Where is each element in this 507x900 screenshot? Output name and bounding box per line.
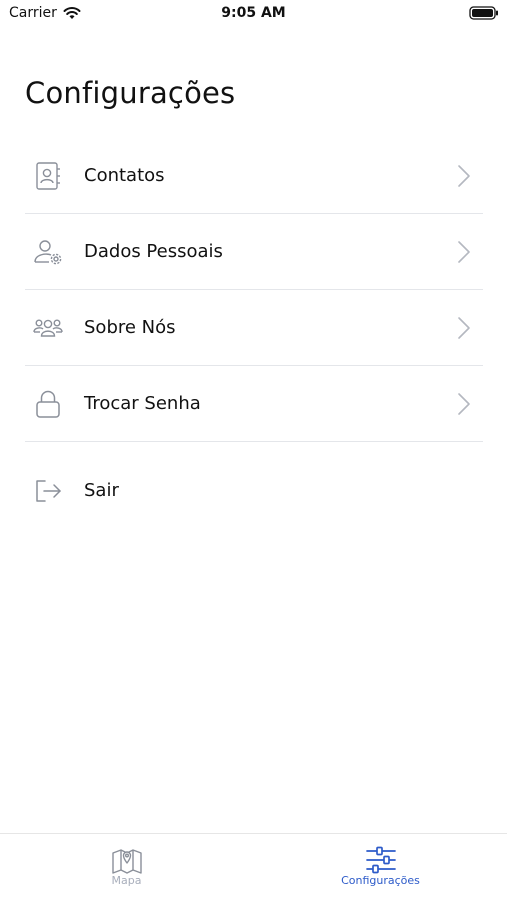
page-title: Configurações (25, 76, 236, 110)
menu-item-label: Sobre Nós (84, 317, 176, 338)
menu-item-trocar-senha[interactable]: Trocar Senha (25, 366, 483, 442)
sliders-icon (365, 846, 396, 874)
chevron-right-icon (458, 164, 470, 187)
menu-item-contatos[interactable]: Contatos (25, 138, 483, 214)
status-bar: Carrier 9:05 AM (0, 0, 507, 30)
chevron-right-icon (458, 316, 470, 339)
tab-mapa[interactable]: Mapa (0, 834, 253, 900)
lock-icon (33, 389, 63, 419)
user-settings-icon (33, 237, 63, 267)
menu-item-label: Trocar Senha (84, 393, 201, 414)
contact-book-icon (33, 161, 63, 191)
tab-label: Mapa (111, 874, 142, 887)
group-icon (33, 313, 63, 343)
menu-item-sobre-nos[interactable]: Sobre Nós (25, 290, 483, 366)
menu-item-label: Contatos (84, 165, 165, 186)
menu-item-sair[interactable]: Sair (25, 453, 483, 528)
menu-item-dados-pessoais[interactable]: Dados Pessoais (25, 214, 483, 290)
menu-item-label: Dados Pessoais (84, 241, 223, 262)
menu-item-label: Sair (84, 480, 119, 501)
status-time: 9:05 AM (221, 5, 286, 21)
tab-bar: Mapa Configurações (0, 833, 507, 900)
chevron-right-icon (458, 392, 470, 415)
tab-label: Configurações (341, 874, 420, 887)
map-icon (111, 849, 142, 874)
tab-configuracoes[interactable]: Configurações (254, 834, 507, 900)
logout-icon (33, 476, 63, 506)
battery-icon (469, 6, 498, 20)
settings-menu: Contatos Dados Pessoais Sobre Nós Trocar… (25, 138, 483, 528)
chevron-right-icon (458, 240, 470, 263)
